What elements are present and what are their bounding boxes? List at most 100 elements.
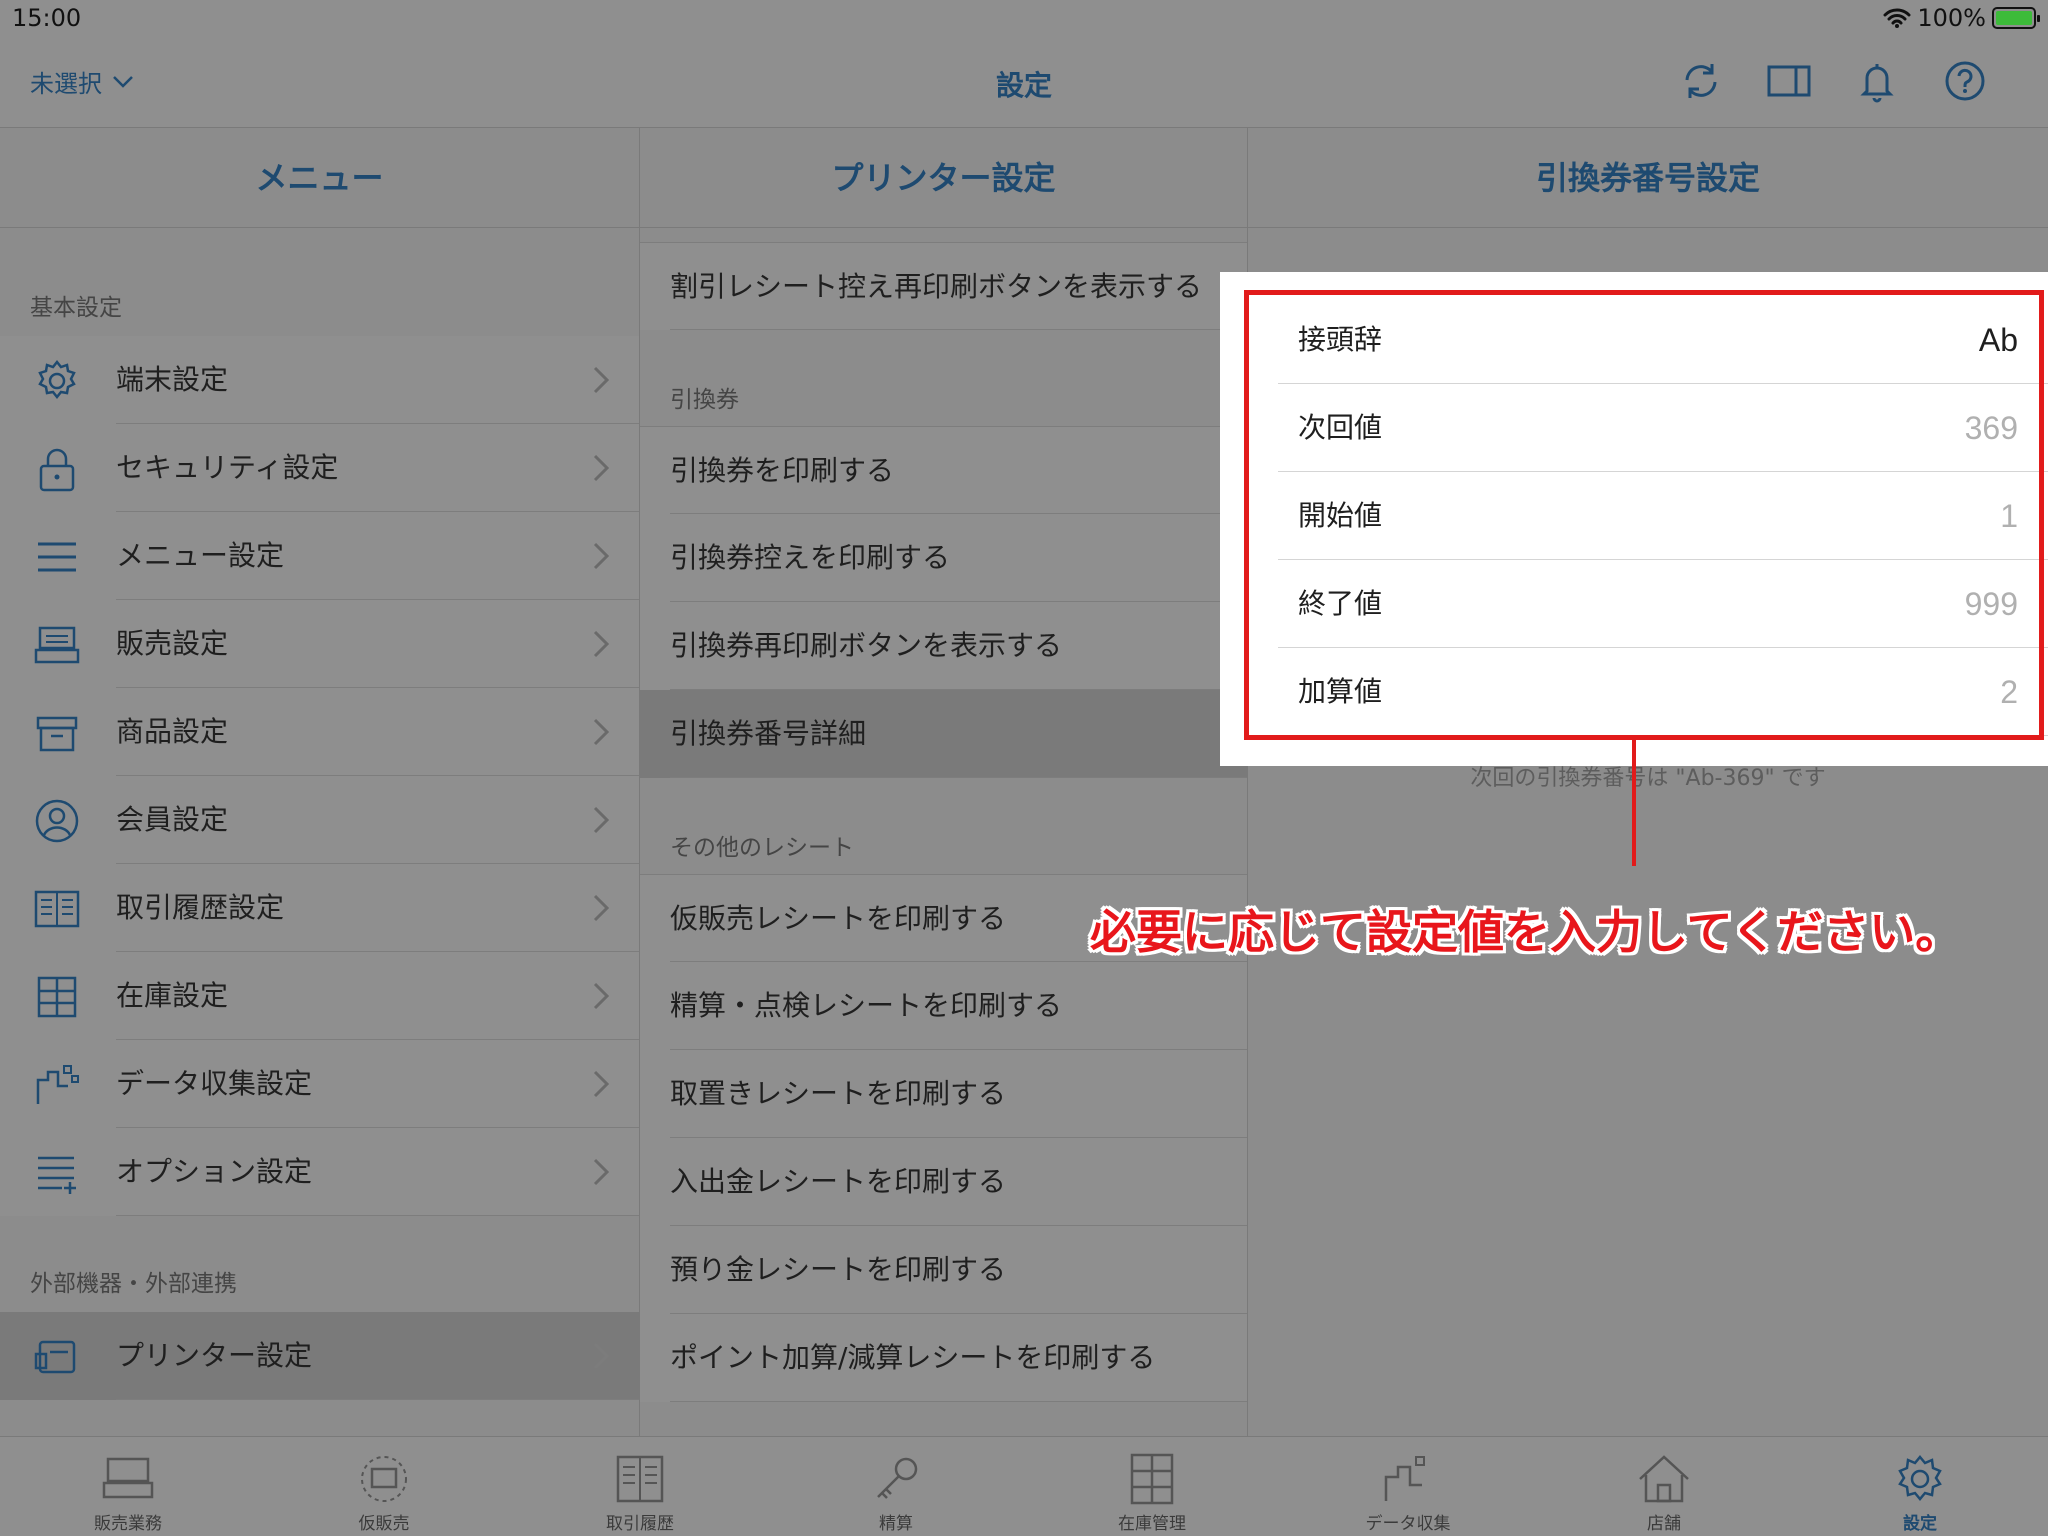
gear-icon xyxy=(32,356,82,406)
menu-column: メニュー 基本設定 端末設定セキュリティ設定メニュー設定販売設定商品設定会員設定… xyxy=(0,128,640,1436)
menu-item-label: 取引履歴設定 xyxy=(116,891,285,924)
data-icon xyxy=(32,1060,82,1110)
menu-item-label: 端末設定 xyxy=(116,363,229,396)
register-icon xyxy=(102,1457,154,1499)
nav-actions xyxy=(1678,58,1988,104)
menu-item-6[interactable]: 会員設定 xyxy=(0,776,639,864)
inventory-icon xyxy=(1130,1453,1174,1505)
menu-list: 端末設定セキュリティ設定メニュー設定販売設定商品設定会員設定取引履歴設定在庫設定… xyxy=(0,336,639,1216)
chevron-right-icon xyxy=(593,630,610,658)
section-basic-settings: 基本設定 xyxy=(0,228,639,336)
register-icon xyxy=(32,620,82,670)
menu-item-printer-settings[interactable]: プリンター設定 xyxy=(0,1312,639,1400)
chevron-right-icon xyxy=(593,454,610,482)
section-other-receipts: その他のレシート xyxy=(640,778,1247,874)
menu-item-label: 販売設定 xyxy=(116,627,229,660)
menu-item-3[interactable]: メニュー設定 xyxy=(0,512,639,600)
bell-icon[interactable] xyxy=(1854,58,1900,104)
printer-settings-header: プリンター設定 xyxy=(640,128,1247,228)
menu-item-label: セキュリティ設定 xyxy=(116,451,339,484)
chevron-right-icon xyxy=(593,806,610,834)
menu-header: メニュー xyxy=(0,128,639,228)
printer-exchange-items-item[interactable]: 引換券番号詳細 xyxy=(640,690,1247,778)
tab-label: 精算 xyxy=(879,1514,913,1534)
shelf-icon xyxy=(32,972,82,1022)
menu-item-1[interactable]: 端末設定 xyxy=(0,336,639,424)
printer-other-items-item[interactable]: 取置きレシートを印刷する xyxy=(640,1050,1247,1138)
menu-item-10[interactable]: オプション設定 xyxy=(0,1128,639,1216)
highlight-box xyxy=(1244,290,2044,740)
printer-icon xyxy=(32,1332,82,1382)
printer-item-label: 預り金レシートを印刷する xyxy=(670,1253,1007,1286)
lock-icon xyxy=(32,444,82,494)
battery-icon xyxy=(1992,7,2040,29)
tab-4[interactable]: 精算 xyxy=(768,1437,1024,1536)
help-icon[interactable] xyxy=(1942,58,1988,104)
menu-item-7[interactable]: 取引履歴設定 xyxy=(0,864,639,952)
data-collection-icon xyxy=(1384,1456,1425,1501)
printer-item-label: 仮販売レシートを印刷する xyxy=(670,902,1007,935)
refresh-icon[interactable] xyxy=(1678,58,1724,104)
printer-item-label: 取置きレシートを印刷する xyxy=(670,1077,1007,1110)
status-bar: 15:00 100% xyxy=(0,0,2048,38)
chevron-right-icon xyxy=(593,1342,610,1370)
chevron-right-icon xyxy=(593,1070,610,1098)
tab-label: 店舗 xyxy=(1647,1514,1681,1534)
section-label: 引換券 xyxy=(670,387,739,413)
printer-other-items-item[interactable]: 入出金レシートを印刷する xyxy=(640,1138,1247,1226)
tab-label: 仮販売 xyxy=(358,1514,410,1534)
printer-item-discount-reprint[interactable]: 割引レシート控え再印刷ボタンを表示する xyxy=(640,242,1247,330)
menu-item-8[interactable]: 在庫設定 xyxy=(0,952,639,1040)
tab-3[interactable]: 取引履歴 xyxy=(512,1437,768,1536)
key-icon xyxy=(877,1457,918,1499)
menu-item-label: 会員設定 xyxy=(116,803,229,836)
printer-exchange-items-item[interactable]: 引換券再印刷ボタンを表示する xyxy=(640,602,1247,690)
chevron-right-icon xyxy=(593,366,610,394)
tab-2[interactable]: 仮販売 xyxy=(256,1437,512,1536)
printer-item-label: 割引レシート控え再印刷ボタンを表示する xyxy=(670,270,1203,303)
tab-label: 在庫管理 xyxy=(1118,1514,1186,1534)
temp-sale-icon xyxy=(361,1456,407,1502)
menu-item-label: オプション設定 xyxy=(116,1155,313,1188)
tab-7[interactable]: 店舗 xyxy=(1536,1437,1792,1536)
chevron-right-icon xyxy=(593,542,610,570)
printer-other-items-item[interactable]: 預り金レシートを印刷する xyxy=(640,1226,1247,1314)
printer-item-label: 引換券番号詳細 xyxy=(670,717,867,750)
menu-item-4[interactable]: 販売設定 xyxy=(0,600,639,688)
gear-icon xyxy=(1898,1455,1942,1501)
wifi-icon xyxy=(1883,8,1911,28)
store-icon xyxy=(1639,1455,1689,1503)
menu-item-5[interactable]: 商品設定 xyxy=(0,688,639,776)
tab-6[interactable]: データ収集 xyxy=(1280,1437,1536,1536)
printer-exchange-items-item[interactable]: 引換券を印刷する xyxy=(640,426,1247,514)
callout-text: 必要に応じて設定値を入力してください。 xyxy=(1090,905,1962,959)
printer-item-label: 引換券再印刷ボタンを表示する xyxy=(670,629,1063,662)
member-icon xyxy=(32,796,82,846)
tab-bar: 販売業務 仮販売 取引履歴 精算 在庫管理 データ収集 店舗 設定 xyxy=(0,1436,2048,1536)
status-indicators: 100% xyxy=(1883,4,2040,32)
next-number-note: 次回の引換券番号は "Ab-369" です xyxy=(1470,766,1826,791)
printer-settings-column: プリンター設定 割引レシート控え再印刷ボタンを表示する 引換券 引換券を印刷する… xyxy=(640,128,1248,1436)
tab-1[interactable]: 販売業務 xyxy=(0,1437,256,1536)
tab-8[interactable]: 設定 xyxy=(1792,1437,2048,1536)
chevron-right-icon xyxy=(593,1158,610,1186)
menu-item-2[interactable]: セキュリティ設定 xyxy=(0,424,639,512)
printer-item-label: ポイント加算/減算レシートを印刷する xyxy=(670,1341,1156,1374)
menu-item-9[interactable]: データ収集設定 xyxy=(0,1040,639,1128)
tab-label: データ収集 xyxy=(1365,1514,1451,1534)
menu-item-label: データ収集設定 xyxy=(116,1067,313,1100)
section-external: 外部機器・外部連携 xyxy=(0,1216,639,1312)
printer-other-items-item[interactable]: ポイント加算/減算レシートを印刷する xyxy=(640,1314,1247,1402)
menu-item-label: 商品設定 xyxy=(116,715,229,748)
printer-other-items-item[interactable]: 精算・点検レシートを印刷する xyxy=(640,962,1247,1050)
battery-percent: 100% xyxy=(1917,4,1986,32)
tab-5[interactable]: 在庫管理 xyxy=(1024,1437,1280,1536)
menu-icon xyxy=(32,532,82,582)
printer-exchange-items-item[interactable]: 引換券控えを印刷する xyxy=(640,514,1247,602)
split-view-icon[interactable] xyxy=(1766,58,1812,104)
printer-item-label: 引換券控えを印刷する xyxy=(670,541,951,574)
box-icon xyxy=(32,708,82,758)
tab-label: 取引履歴 xyxy=(606,1514,674,1534)
chevron-right-icon xyxy=(593,718,610,746)
exchange-number-header: 引換券番号設定 xyxy=(1248,128,2048,228)
